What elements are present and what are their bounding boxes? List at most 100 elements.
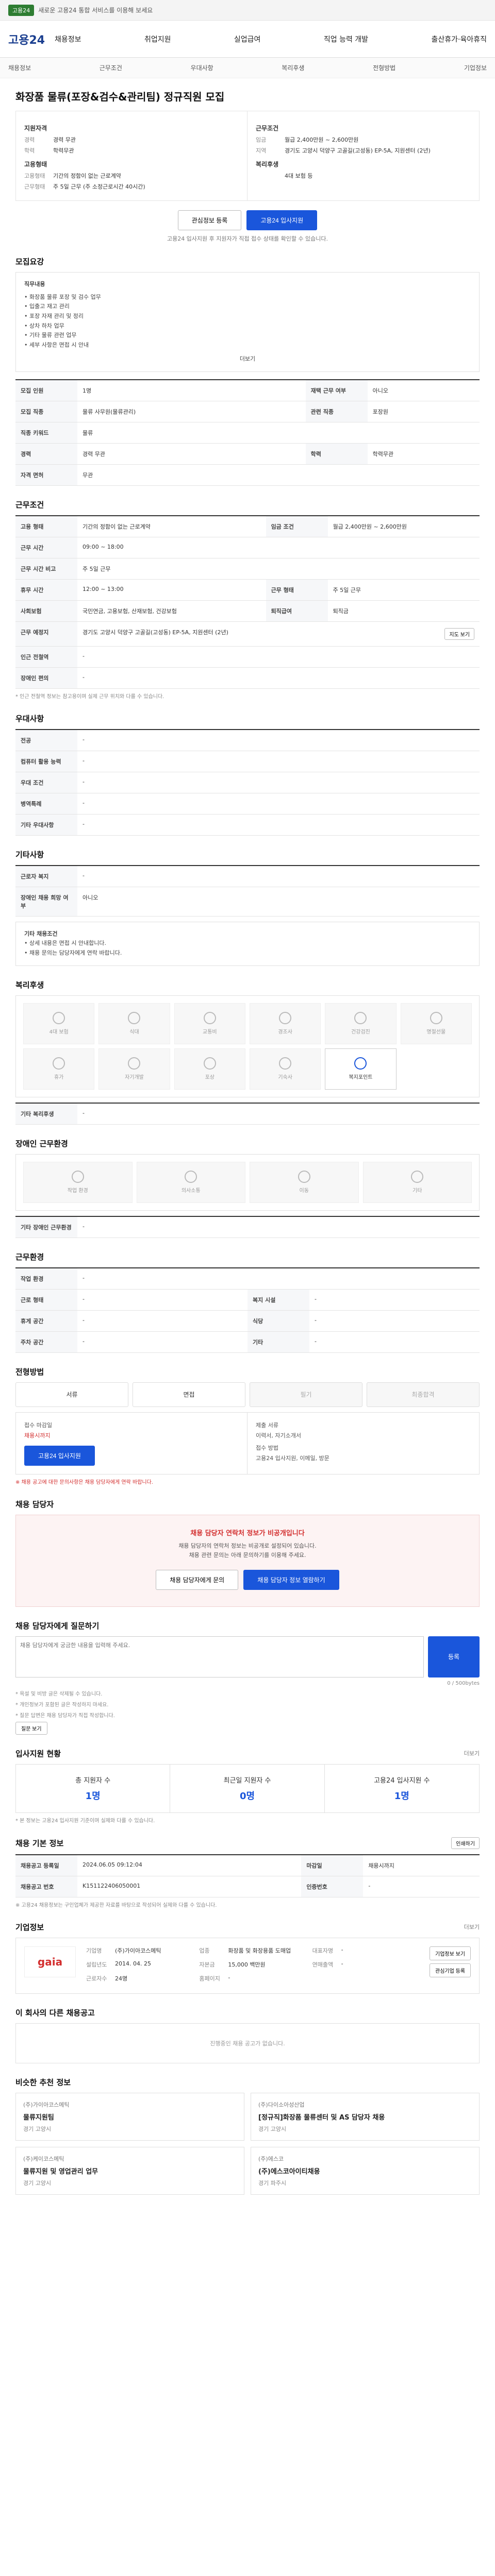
bookmark-button[interactable]: 관심정보 등록 [177,210,242,230]
nav-item-training[interactable]: 직업 능력 개발 [324,34,368,44]
tab-conditions[interactable]: 근무조건 [100,63,122,72]
similar-title: 이 회사의 다른 채용공고 [15,2008,95,2018]
section-tabs: 채용정보 근무조건 우대사항 복리후생 전형방법 기업정보 [0,58,495,78]
card-job[interactable]: 물류지원팀 [23,2112,237,2122]
value: 2014. 04. 25 [115,1960,151,1967]
label: 경력 [24,137,35,143]
env-item: 이동 [250,1161,359,1203]
tab-welfare[interactable]: 복리후생 [282,63,304,72]
main-nav: 고용24 채용정보 취업지원 실업급여 직업 능력 개발 출산휴가·육아휴직 [0,21,495,58]
label: 학력 [305,443,368,465]
tab-company[interactable]: 기업정보 [464,63,487,72]
welfare-label: 자기개발 [125,1075,144,1081]
welfare-item: 교통비 [174,1003,245,1044]
value: - [77,1267,480,1290]
value: 경력 무관 [53,137,76,143]
map-button[interactable]: 지도 보기 [444,628,474,640]
nav-item-support[interactable]: 취업지원 [144,34,171,44]
company-logo: gaia [24,1946,76,1977]
stats-more-link[interactable]: 더보기 [464,1749,480,1757]
stat-value: 1명 [85,1790,101,1802]
welfare-label: 복지포인트 [349,1075,373,1081]
welfare-note-table: 기타 복리후생 - [15,1102,480,1125]
table-row: 모집 인원 1명 재택 근무 여부 아니오 [15,379,480,401]
cond-title: 근무조건 [256,125,279,132]
nav-item-jobs[interactable]: 채용정보 [55,34,81,44]
label: 인증번호 [301,1876,364,1897]
table-row: 경력 경력 무관 학력 학력무관 [15,443,480,465]
table-row: 전공 - [15,729,480,751]
stat-value: 1명 [394,1790,409,1802]
contact-inquiry-button[interactable]: 채용 담당자에게 문의 [156,1569,239,1590]
label: 설립년도 [86,1961,107,1968]
table-row: 휴무 시간 12:00 ~ 13:00 근무 형태 주 5일 근무 [15,579,480,601]
env-note-table: 기타 장애인 근무환경 - [15,1215,480,1238]
label: 채용공고 등록일 [15,1854,77,1876]
welfare-label: 식대 [129,1029,139,1036]
label: 컴퓨터 활용 능력 [15,751,77,772]
contact-title: 채용 담당자 [15,1499,54,1509]
dorm-icon [279,1057,292,1070]
section-title: 복리후생 [15,979,480,990]
table-row: 인근 전철역 - [15,646,480,668]
table-row: 채용공고 번호 K151122406050001 인증번호 - [15,1876,480,1897]
label: 모집 인원 [15,379,77,401]
qa-submit-button[interactable]: 등록 [428,1636,480,1677]
recommend-card[interactable]: (주)가이아코스메틱 물류지원팀 경기 고양시 [15,2092,244,2141]
apply-button-2[interactable]: 고용24 입사지원 [24,1445,95,1466]
table-row: 휴게 공간 - 식당 - [15,1310,480,1332]
value: 경력 무관 [77,443,306,465]
qa-input[interactable] [15,1636,424,1677]
apply-button[interactable]: 고용24 입사지원 [246,210,318,230]
page-title: 화장품 물류(포장&검수&관리팀) 정규직원 모집 [15,91,225,103]
welfare-grid: 4대 보험 식대 교통비 경조사 건강검진 명절선물 휴가 자기개발 포상 기숙… [15,995,480,1097]
value: - [77,729,480,751]
recommend-card[interactable]: (주)다이소아성산업 [정규직]화장품 물류센터 및 AS 담당자 채용 경기 고양… [251,2092,480,2141]
card-job[interactable]: (주)에스코아이티채용 [258,2166,472,2176]
table-row: 근무 시간 09:00 ~ 18:00 [15,537,480,558]
recommend-card[interactable]: (주)케이코스메틱 물류지원 및 영업관리 업무 경기 고양시 [15,2146,244,2195]
etc-line: • 상세 내용은 면접 시 안내합니다. [24,940,107,947]
company-follow-button[interactable]: 관심기업 등록 [430,1963,471,1977]
tab-method[interactable]: 전형방법 [373,63,395,72]
tab-recruit[interactable]: 채용정보 [8,63,31,72]
card-company: (주)가이아코스메틱 [23,2101,70,2108]
welfare-section-title: 복리후생 [15,980,44,990]
label: 퇴직급여 [266,600,328,622]
nav-item-benefit[interactable]: 실업급여 [234,34,261,44]
value: 15,000 백만원 [228,1961,266,1968]
method-title: 전형방법 [15,1367,44,1377]
desc-line: • 입출고 재고 관리 [24,303,70,310]
label: 휴게 공간 [15,1310,77,1332]
value: - [341,1960,343,1967]
qa-view-button[interactable]: 질문 보기 [15,1721,47,1735]
job-header: 화장품 물류(포장&검수&관리팀) 정규직원 모집 지원자격 경력 경력 무관 학… [0,78,495,2205]
card-job[interactable]: 물류지원 및 영업관리 업무 [23,2166,237,2176]
emp-title: 고용형태 [24,161,47,168]
step-final: 최종합격 [367,1382,480,1407]
nav-item-leave[interactable]: 출산휴가·육아휴직 [431,34,487,44]
value: - [341,1946,343,1953]
topbar-message[interactable]: 새로운 고용24 통합 서비스를 이용해 보세요 [38,6,153,14]
vacation-icon [53,1057,65,1070]
stat-value: 0명 [239,1790,255,1802]
topbar-tag: 고용24 [8,4,35,16]
value: 기간의 정함이 없는 근로계약 [77,515,266,537]
section-title: 모집요강 [15,256,480,267]
recommend-card[interactable]: (주)에스코 (주)에스코아이티채용 경기 파주시 [251,2146,480,2195]
company-more-link[interactable]: 더보기 [464,1923,480,1931]
qa-note: * 욕설 및 비방 글은 삭제될 수 있습니다. [15,1691,103,1697]
card-job[interactable]: [정규직]화장품 물류센터 및 AS 담당자 채용 [258,2112,472,2122]
welfare-item: 기숙사 [249,1048,321,1090]
value: 경기도 고양시 덕양구 고골길(고성동) EP-5A, 지원센터 (2년) [82,629,228,636]
more-link[interactable]: 더보기 [240,355,255,362]
company-detail-button[interactable]: 기업정보 보기 [430,1946,471,1960]
value: K151122406050001 [77,1876,302,1897]
site-logo[interactable]: 고용24 [8,31,55,47]
section-title: 장애인 근무환경 [15,1138,480,1149]
value: - [77,1310,248,1332]
print-button[interactable]: 인쇄하기 [451,1837,480,1849]
contact-view-button[interactable]: 채용 담당자 정보 열람하기 [243,1569,339,1590]
step-interview: 면접 [133,1382,245,1407]
tab-prefer[interactable]: 우대사항 [191,63,213,72]
